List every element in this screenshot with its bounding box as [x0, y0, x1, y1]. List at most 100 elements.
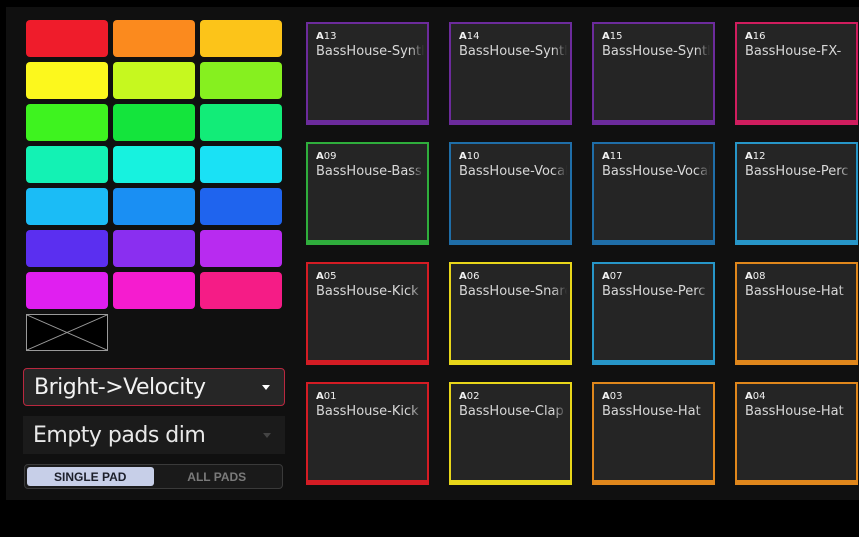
pad-color-bar — [737, 480, 856, 483]
pad-a13[interactable]: A13 BassHouse-Synth — [306, 22, 429, 125]
pad-color-bar — [451, 120, 570, 123]
pad-sample-name: BassHouse-Hat — [602, 404, 710, 419]
pad-index: 05 — [323, 271, 337, 282]
pad-index: 15 — [609, 31, 623, 42]
pad-color-bar — [737, 120, 856, 123]
pad-bank-letter: A — [745, 391, 753, 402]
pad-number: A16 — [745, 31, 765, 42]
swatch-row — [26, 314, 282, 351]
color-swatch[interactable] — [113, 230, 195, 267]
color-swatch[interactable] — [113, 62, 195, 99]
single-pad-button[interactable]: SINGLE PAD — [27, 467, 154, 486]
pad-index: 13 — [323, 31, 337, 42]
pad-color-bar — [451, 240, 570, 243]
color-swatch[interactable] — [26, 20, 108, 57]
pad-bank-letter: A — [459, 151, 467, 162]
pad-a04[interactable]: A04 BassHouse-Hat — [735, 382, 858, 485]
pad-bank-letter: A — [602, 391, 610, 402]
color-swatch[interactable] — [200, 62, 282, 99]
pad-a16[interactable]: A16 BassHouse-FX- — [735, 22, 858, 125]
pad-a10[interactable]: A10 BassHouse-Vocal — [449, 142, 572, 245]
empty-pads-dropdown[interactable]: Empty pads dim — [23, 416, 285, 454]
pad-a11[interactable]: A11 BassHouse-Vocal — [592, 142, 715, 245]
color-swatch[interactable] — [113, 20, 195, 57]
pad-scope-toggle: SINGLE PAD ALL PADS — [24, 464, 283, 489]
pad-a02[interactable]: A02 BassHouse-Clap — [449, 382, 572, 485]
pad-a08[interactable]: A08 BassHouse-Hat — [735, 262, 858, 365]
pad-bank-letter: A — [459, 31, 467, 42]
color-swatch[interactable] — [200, 272, 282, 309]
pad-index: 09 — [323, 151, 337, 162]
pad-sample-name: BassHouse-Synth — [316, 44, 424, 59]
color-swatch[interactable] — [200, 104, 282, 141]
color-swatch[interactable] — [113, 104, 195, 141]
pad-index: 01 — [323, 391, 337, 402]
swatch-row — [26, 20, 282, 57]
color-swatch[interactable] — [200, 20, 282, 57]
pad-a14[interactable]: A14 BassHouse-Synth — [449, 22, 572, 125]
pad-a03[interactable]: A03 BassHouse-Hat — [592, 382, 715, 485]
pad-number: A12 — [745, 151, 765, 162]
swatch-row — [26, 188, 282, 225]
pad-sample-name: BassHouse-Kick — [316, 404, 424, 419]
pad-number: A05 — [316, 271, 336, 282]
no-color-swatch[interactable] — [26, 314, 108, 351]
pad-color-screen: Bright->Velocity Empty pads dim SINGLE P… — [6, 7, 859, 500]
color-swatch[interactable] — [200, 230, 282, 267]
pad-bank-letter: A — [316, 151, 324, 162]
pad-a15[interactable]: A15 BassHouse-Synth — [592, 22, 715, 125]
pad-index: 02 — [466, 391, 480, 402]
pad-number: A08 — [745, 271, 765, 282]
bottom-bar — [0, 500, 859, 537]
empty-pads-label: Empty pads dim — [33, 422, 206, 448]
pad-number: A10 — [459, 151, 479, 162]
pad-color-bar — [308, 120, 427, 123]
pad-sample-name: BassHouse-Snare — [459, 284, 567, 299]
color-swatch[interactable] — [200, 146, 282, 183]
pad-index: 12 — [752, 151, 766, 162]
pad-index: 03 — [609, 391, 623, 402]
pad-index: 04 — [752, 391, 766, 402]
pad-number: A01 — [316, 391, 336, 402]
pad-a01[interactable]: A01 BassHouse-Kick — [306, 382, 429, 485]
color-swatch[interactable] — [113, 146, 195, 183]
pad-number: A02 — [459, 391, 479, 402]
color-mode-label: Bright->Velocity — [34, 374, 206, 400]
color-swatch[interactable] — [26, 230, 108, 267]
pad-bank-letter: A — [602, 271, 610, 282]
pad-index: 11 — [609, 151, 623, 162]
color-swatch[interactable] — [113, 272, 195, 309]
pad-number: A15 — [602, 31, 622, 42]
color-swatch[interactable] — [26, 272, 108, 309]
swatch-row — [26, 104, 282, 141]
pad-number: A06 — [459, 271, 479, 282]
color-swatch[interactable] — [26, 104, 108, 141]
pad-color-bar — [594, 480, 713, 483]
pad-color-bar — [737, 360, 856, 363]
pad-a05[interactable]: A05 BassHouse-Kick — [306, 262, 429, 365]
pad-sample-name: BassHouse-Synth — [602, 44, 710, 59]
color-swatch[interactable] — [200, 188, 282, 225]
pad-a09[interactable]: A09 BassHouse-Bass — [306, 142, 429, 245]
color-swatch[interactable] — [26, 188, 108, 225]
pad-color-bar — [594, 120, 713, 123]
pad-sample-name: BassHouse-Vocal — [459, 164, 567, 179]
pad-a07[interactable]: A07 BassHouse-Perc — [592, 262, 715, 365]
color-swatch[interactable] — [26, 62, 108, 99]
color-mode-dropdown[interactable]: Bright->Velocity — [23, 368, 285, 406]
pad-sample-name: BassHouse-Perc — [745, 164, 853, 179]
pad-number: A04 — [745, 391, 765, 402]
color-swatch[interactable] — [26, 146, 108, 183]
all-pads-button[interactable]: ALL PADS — [154, 467, 281, 486]
pad-index: 10 — [466, 151, 480, 162]
chevron-down-icon — [262, 384, 270, 390]
swatch-row — [26, 62, 282, 99]
pad-index: 07 — [609, 271, 623, 282]
pad-number: A03 — [602, 391, 622, 402]
pad-color-bar — [308, 360, 427, 363]
color-swatch[interactable] — [113, 188, 195, 225]
pad-a12[interactable]: A12 BassHouse-Perc — [735, 142, 858, 245]
pad-a06[interactable]: A06 BassHouse-Snare — [449, 262, 572, 365]
pad-sample-name: BassHouse-Clap — [459, 404, 567, 419]
pad-color-bar — [308, 480, 427, 483]
